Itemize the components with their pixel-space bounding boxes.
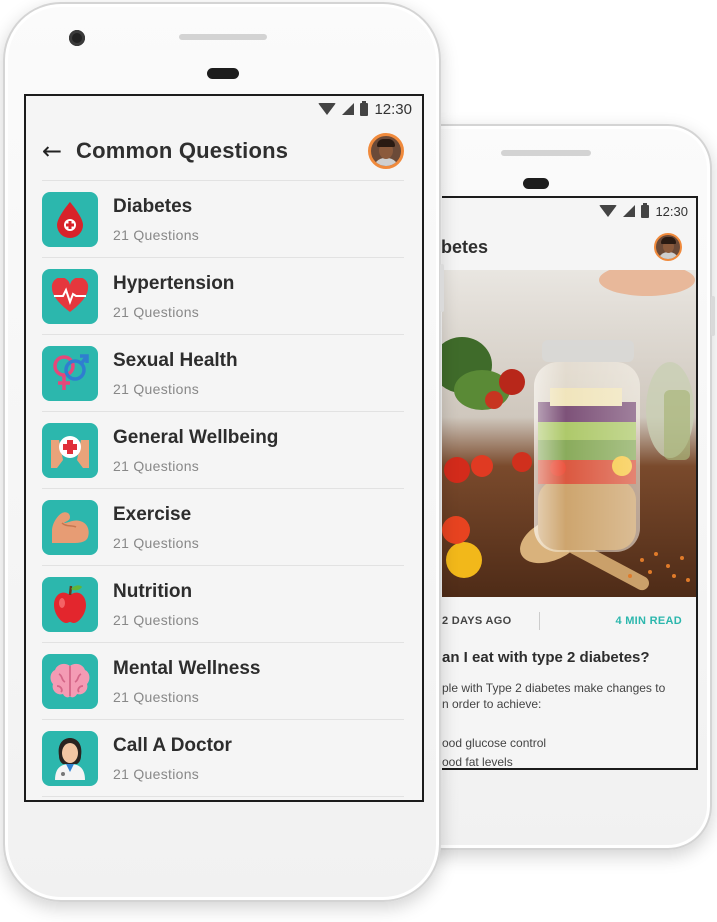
heart-pulse-icon xyxy=(42,268,98,324)
list-end-divider xyxy=(42,796,404,800)
meta-divider xyxy=(539,612,541,630)
front-camera xyxy=(69,30,85,46)
category-item-diabetes[interactable]: Diabetes 21 Questions xyxy=(42,180,404,257)
battery-icon xyxy=(360,100,369,116)
status-bar: 12:30 xyxy=(26,96,422,122)
category-title: Call A Doctor xyxy=(113,734,232,756)
wifi-icon xyxy=(599,205,618,217)
article-title: an I eat with type 2 diabetes? xyxy=(442,649,650,666)
apple-icon xyxy=(42,576,98,632)
brain-icon xyxy=(42,653,98,709)
category-item-nutrition[interactable]: Nutrition 21 Questions xyxy=(42,565,404,642)
question-count: 21 Questions xyxy=(113,534,200,551)
front-phone-side-button xyxy=(440,264,444,312)
article-hero-image xyxy=(442,270,696,597)
back-phone-speaker xyxy=(501,150,591,156)
question-count: 21 Questions xyxy=(113,688,200,705)
article-body-line: ple with Type 2 diabetes make changes to xyxy=(442,681,666,695)
category-item-sexual-health[interactable]: Sexual Health 21 Questions xyxy=(42,334,404,411)
back-phone-sensor xyxy=(523,178,549,189)
status-time: 12:30 xyxy=(374,100,412,118)
avatar[interactable] xyxy=(654,233,682,261)
flexed-arm-icon xyxy=(42,499,98,555)
question-count: 21 Questions xyxy=(113,226,200,243)
gender-symbols-icon xyxy=(42,345,98,401)
category-item-exercise[interactable]: Exercise 21 Questions xyxy=(42,488,404,565)
question-count: 21 Questions xyxy=(113,611,200,628)
article-meta: 2 DAYS AGO 4 MIN READ xyxy=(442,597,696,645)
article-screen: 12:30 betes 2 DAYS AGO 4 MIN READ an I e… xyxy=(442,196,698,770)
question-count: 21 Questions xyxy=(113,303,200,320)
medical-hands-icon xyxy=(42,422,98,478)
questions-screen: 12:30 ← Common Questions Diabetes 21 Que… xyxy=(24,94,424,802)
article-body: ple with Type 2 diabetes make changes to… xyxy=(442,680,696,712)
wifi-icon xyxy=(318,103,337,115)
front-phone-sensor xyxy=(207,68,239,79)
category-title: Hypertension xyxy=(113,272,235,294)
status-time: 12:30 xyxy=(655,203,688,219)
category-title: Exercise xyxy=(113,503,192,525)
status-bar: 12:30 xyxy=(442,198,696,224)
category-list: Diabetes 21 Questions Hypertension 21 Qu… xyxy=(26,180,422,800)
question-count: 21 Questions xyxy=(113,457,200,474)
category-title: General Wellbeing xyxy=(113,426,279,448)
back-phone-side-button xyxy=(711,296,715,336)
back-arrow-icon[interactable]: ← xyxy=(42,137,76,165)
category-title: Sexual Health xyxy=(113,349,238,371)
doctor-icon xyxy=(42,730,98,786)
article-bullet: ood glucose control xyxy=(442,736,547,750)
battery-icon xyxy=(641,202,650,218)
category-title: Nutrition xyxy=(113,580,193,602)
avatar[interactable] xyxy=(368,133,404,169)
back-phone-frame: 12:30 betes 2 DAYS AGO 4 MIN READ an I e… xyxy=(398,124,715,850)
category-item-hypertension[interactable]: Hypertension 21 Questions xyxy=(42,257,404,334)
article-bullets: ood glucose control ood fat levels xyxy=(442,734,696,769)
question-count: 21 Questions xyxy=(113,380,200,397)
article-age: 2 DAYS AGO xyxy=(442,615,512,627)
category-item-general-wellbeing[interactable]: General Wellbeing 21 Questions xyxy=(42,411,404,488)
front-phone-speaker xyxy=(179,34,267,40)
category-item-call-a-doctor[interactable]: Call A Doctor 21 Questions xyxy=(42,719,404,796)
question-count: 21 Questions xyxy=(113,765,200,782)
app-bar: ← Common Questions xyxy=(26,122,422,180)
signal-icon xyxy=(342,103,355,115)
read-time: 4 MIN READ xyxy=(615,615,682,627)
page-title: betes xyxy=(442,236,489,257)
category-title: Diabetes xyxy=(113,195,193,217)
signal-icon xyxy=(623,205,636,217)
category-title: Mental Wellness xyxy=(113,657,261,679)
blood-drop-icon xyxy=(42,191,98,247)
article-body-line: n order to achieve: xyxy=(442,697,542,711)
page-title: Common Questions xyxy=(76,138,289,163)
article-bullet: ood fat levels xyxy=(442,755,513,769)
front-phone-frame: 12:30 ← Common Questions Diabetes 21 Que… xyxy=(3,2,444,902)
article-appbar: betes xyxy=(442,224,696,270)
category-item-mental-wellness[interactable]: Mental Wellness 21 Questions xyxy=(42,642,404,719)
